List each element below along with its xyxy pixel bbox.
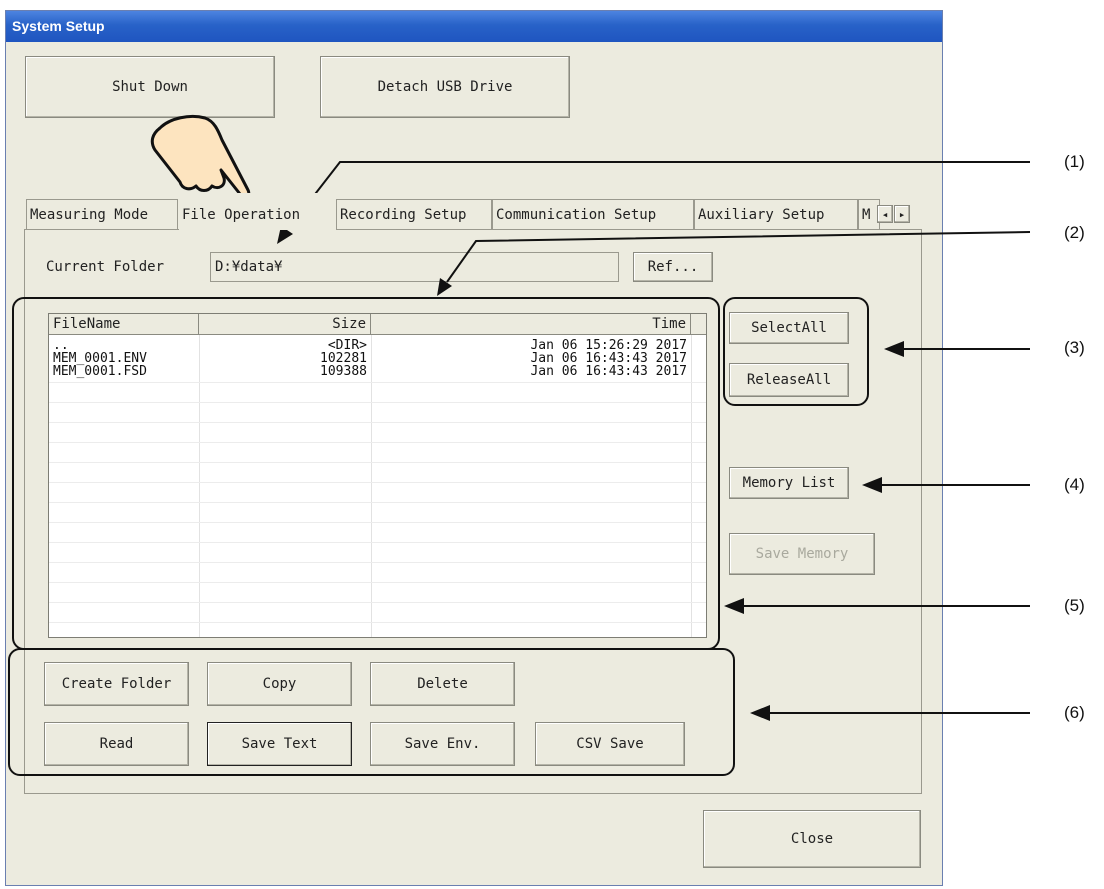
ref-button[interactable]: Ref... bbox=[633, 252, 713, 282]
callout-label-5: (5) bbox=[1064, 596, 1085, 615]
window-title: System Setup bbox=[6, 11, 942, 42]
tab-communication-setup[interactable]: Communication Setup bbox=[492, 199, 694, 229]
tab-measuring-mode[interactable]: Measuring Mode bbox=[26, 199, 178, 229]
current-folder-label: Current Folder bbox=[46, 259, 165, 275]
tab-auxiliary-setup[interactable]: Auxiliary Setup bbox=[694, 199, 858, 229]
shut-down-button[interactable]: Shut Down bbox=[25, 56, 275, 118]
callout-label-1: (1) bbox=[1064, 152, 1085, 171]
tab-label: Recording Setup bbox=[340, 207, 467, 223]
tab-recording-setup[interactable]: Recording Setup bbox=[336, 199, 492, 229]
callout-label-3: (3) bbox=[1064, 338, 1085, 357]
tab-label: Measuring Mode bbox=[30, 207, 149, 223]
tab-label: M bbox=[862, 207, 871, 223]
memory-list-button[interactable]: Memory List bbox=[729, 467, 849, 499]
tab-scroll-left-icon[interactable]: ◂ bbox=[877, 205, 893, 223]
tab-scroll-right-icon[interactable]: ▸ bbox=[894, 205, 910, 223]
save-memory-button[interactable]: Save Memory bbox=[729, 533, 875, 575]
annotation-group-action-buttons bbox=[8, 648, 735, 776]
tab-label: Auxiliary Setup bbox=[698, 207, 825, 223]
close-button[interactable]: Close bbox=[703, 810, 921, 868]
annotation-group-file-list bbox=[12, 297, 720, 650]
tab-label: Communication Setup bbox=[496, 207, 657, 223]
callout-label-2: (2) bbox=[1064, 223, 1085, 242]
annotation-group-select-buttons bbox=[723, 297, 869, 406]
current-folder-field: D:¥data¥ bbox=[210, 252, 619, 282]
callout-label-6: (6) bbox=[1064, 703, 1085, 722]
detach-usb-drive-button[interactable]: Detach USB Drive bbox=[320, 56, 570, 118]
tab-label: File Operation bbox=[182, 207, 301, 223]
tab-file-operation[interactable]: File Operation bbox=[179, 193, 336, 230]
callout-label-4: (4) bbox=[1064, 475, 1085, 494]
